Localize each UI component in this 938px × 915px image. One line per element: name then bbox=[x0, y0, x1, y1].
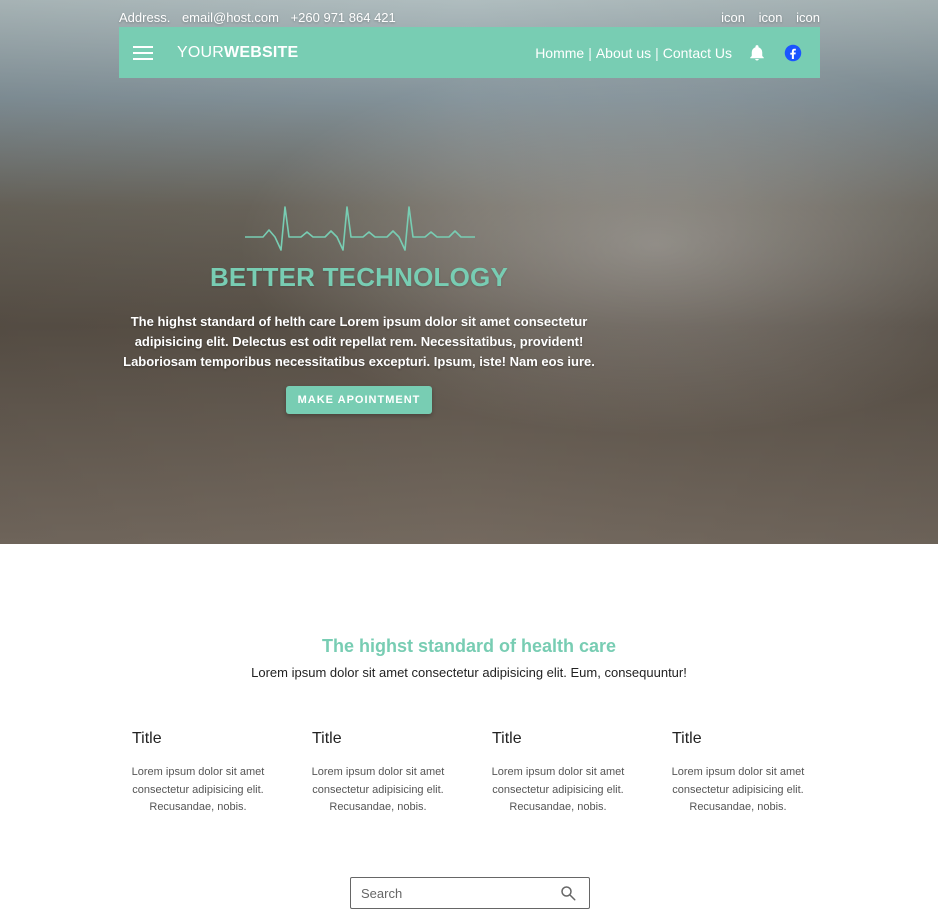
facebook-icon[interactable] bbox=[784, 44, 802, 62]
nav-links: Homme | About us | Contact Us bbox=[535, 44, 802, 62]
search-input[interactable] bbox=[359, 884, 559, 902]
topbar-icon-2[interactable]: icon bbox=[759, 10, 783, 25]
feature-card: Title Lorem ipsum dolor sit amet consect… bbox=[479, 730, 659, 817]
site-brand[interactable]: YOURWEBSITE bbox=[177, 44, 298, 62]
nav-link-home[interactable]: Homme bbox=[535, 45, 584, 61]
feature-card: Title Lorem ipsum dolor sit amet consect… bbox=[659, 730, 839, 817]
bell-icon[interactable] bbox=[748, 44, 766, 62]
card-title: Title bbox=[492, 730, 522, 747]
nav-separator: | bbox=[655, 44, 659, 61]
feature-cards: Title Lorem ipsum dolor sit amet consect… bbox=[119, 730, 839, 817]
section-subtitle: Lorem ipsum dolor sit amet consectetur a… bbox=[251, 665, 687, 680]
brand-light: YOUR bbox=[177, 43, 225, 61]
hero-section: Address. email@host.com +260 971 864 421… bbox=[0, 0, 938, 544]
card-title: Title bbox=[132, 730, 162, 747]
brand-bold: WEBSITE bbox=[224, 43, 299, 61]
search-icon[interactable] bbox=[559, 884, 577, 902]
email-text: email@host.com bbox=[181, 10, 279, 25]
nav-separator: | bbox=[588, 44, 592, 61]
feature-card: Title Lorem ipsum dolor sit amet consect… bbox=[299, 730, 479, 817]
navbar: YOURWEBSITE Homme | About us | Contact U… bbox=[119, 27, 820, 78]
topbar-icon-3[interactable]: icon bbox=[796, 10, 820, 25]
contact-info: Address. email@host.com +260 971 864 421 bbox=[119, 10, 404, 26]
address-text: Address. bbox=[119, 10, 171, 25]
top-contact-bar: Address. email@host.com +260 971 864 421… bbox=[119, 10, 820, 26]
hero-title: BETTER TECHNOLOGY bbox=[209, 262, 509, 292]
card-text: Lorem ipsum dolor sit amet consectetur a… bbox=[311, 766, 445, 813]
card-title: Title bbox=[312, 730, 342, 747]
heartbeat-line-icon bbox=[245, 206, 475, 251]
card-title: Title bbox=[672, 730, 702, 747]
nav-link-about[interactable]: About us bbox=[596, 45, 651, 61]
card-text: Lorem ipsum dolor sit amet consectetur a… bbox=[671, 766, 805, 813]
hamburger-menu-icon[interactable] bbox=[133, 45, 153, 60]
hero-description: The highst standard of helth care Lorem … bbox=[123, 314, 595, 369]
topbar-icons: icon icon icon bbox=[711, 10, 820, 26]
feature-card: Title Lorem ipsum dolor sit amet consect… bbox=[119, 730, 299, 817]
make-appointment-button[interactable]: MAKE APOINTMENT bbox=[286, 386, 432, 414]
section-title: The highst standard of health care bbox=[321, 636, 617, 656]
topbar-icon-1[interactable]: icon bbox=[721, 10, 745, 25]
search-box bbox=[350, 877, 590, 909]
card-text: Lorem ipsum dolor sit amet consectetur a… bbox=[131, 766, 265, 813]
nav-link-contact[interactable]: Contact Us bbox=[663, 45, 732, 61]
phone-text: +260 971 864 421 bbox=[290, 10, 396, 25]
card-text: Lorem ipsum dolor sit amet consectetur a… bbox=[491, 766, 625, 813]
